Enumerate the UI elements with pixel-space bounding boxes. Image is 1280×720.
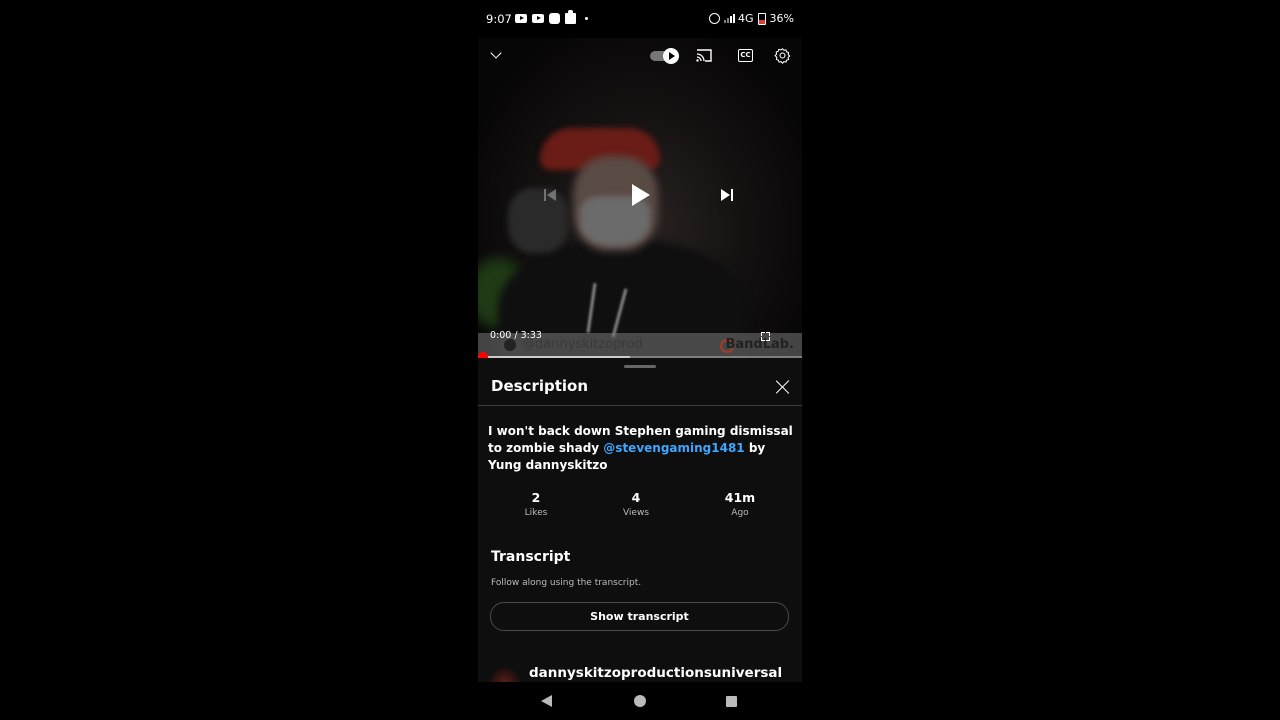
stat-label: Likes — [524, 508, 548, 518]
back-icon[interactable] — [541, 695, 552, 707]
captions-icon[interactable]: CC — [738, 49, 753, 62]
video-title: I won't back down Stephen gaming dismiss… — [488, 423, 793, 474]
player-top-controls: CC — [478, 38, 802, 74]
drag-handle[interactable] — [624, 365, 656, 368]
stat-value: 4 — [631, 490, 641, 505]
watermark-brand: BandLab. — [725, 337, 794, 352]
system-icons: 4G 36% — [709, 12, 794, 25]
mention-link[interactable]: @stevengaming1481 — [603, 441, 744, 455]
close-icon[interactable] — [775, 379, 791, 395]
description-panel: Description I won't back down Stephen ga… — [478, 358, 802, 698]
stat-likes: 2 Likes — [496, 490, 576, 518]
stat-value: 2 — [531, 490, 541, 505]
channel-name[interactable]: dannyskitzoproductionsuniversal — [529, 665, 782, 681]
timecode: 0:00 / 3:33 — [490, 330, 542, 341]
status-time: 9:07 — [486, 12, 512, 26]
transcript-heading: Transcript — [491, 549, 571, 565]
divider — [478, 405, 802, 406]
navigation-bar — [478, 682, 802, 720]
transcript-subtitle: Follow along using the transcript. — [491, 578, 642, 588]
battery-icon — [757, 12, 766, 25]
signal-icon — [724, 14, 736, 23]
panel-title: Description — [491, 377, 589, 395]
network-type: 4G — [738, 12, 754, 25]
notification-icons — [515, 10, 588, 24]
minimize-chevron-icon[interactable] — [490, 47, 502, 59]
previous-icon[interactable] — [544, 189, 556, 201]
video-frame-glove — [508, 188, 568, 253]
alarm-icon — [709, 13, 721, 24]
status-bar: 9:07 4G 36% — [478, 0, 802, 38]
cast-icon[interactable] — [696, 49, 712, 62]
stat-label: Views — [622, 508, 650, 518]
youtube-notification-icon — [532, 14, 544, 23]
app-notification-icon — [549, 13, 560, 24]
autoplay-toggle[interactable] — [650, 48, 680, 64]
phone-screen: 9:07 4G 36% CC @dannyskitzoprod BandLab.… — [478, 0, 802, 720]
video-player[interactable]: CC @dannyskitzoprod BandLab. 0:00 / 3:33 — [478, 38, 802, 358]
battery-percent: 36% — [769, 12, 794, 25]
home-icon[interactable] — [634, 695, 646, 707]
more-notifications-dot-icon — [585, 17, 588, 20]
fullscreen-icon[interactable] — [761, 332, 770, 341]
stat-value: 41m — [724, 490, 756, 505]
puzzle-notification-icon — [565, 10, 576, 24]
recents-icon[interactable] — [726, 696, 737, 707]
youtube-notification-icon — [515, 14, 527, 23]
stat-views: 4 Views — [596, 490, 676, 518]
next-icon[interactable] — [721, 189, 733, 201]
video-stats: 2 Likes 4 Views 41m Ago — [478, 490, 802, 524]
show-transcript-button[interactable]: Show transcript — [490, 602, 789, 631]
stat-ago: 41m Ago — [700, 490, 780, 518]
autoplay-play-icon — [663, 48, 679, 64]
settings-gear-icon[interactable] — [774, 47, 791, 64]
stat-label: Ago — [731, 508, 749, 518]
play-icon[interactable] — [632, 184, 650, 206]
